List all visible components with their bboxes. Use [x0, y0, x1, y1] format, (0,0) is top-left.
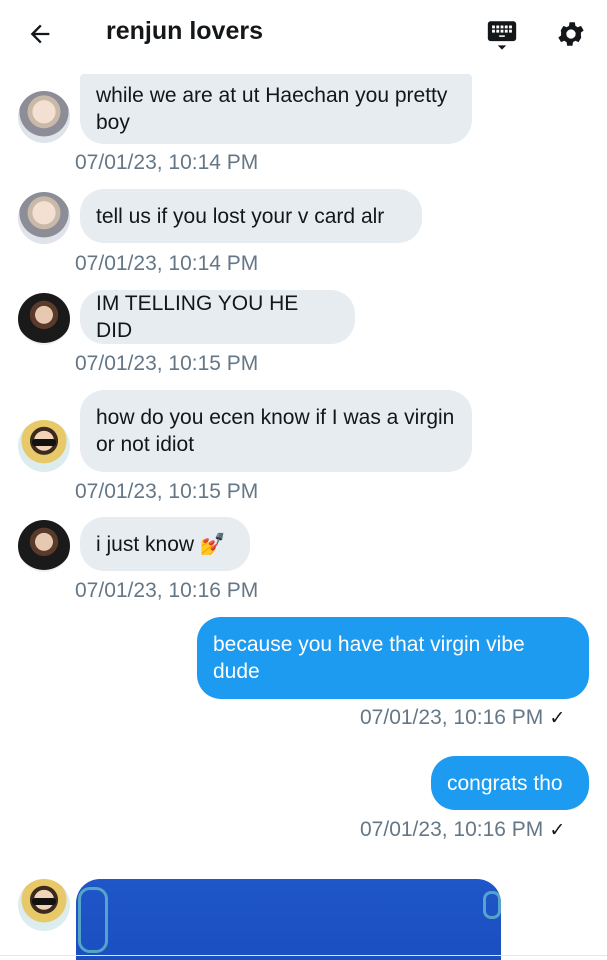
message-bubble: i just know 💅 [80, 517, 250, 571]
message-bubble: how do you ecen know if I was a virgin o… [80, 390, 472, 472]
message-timestamp: 07/01/23, 10:16 PM [75, 579, 259, 602]
message-timestamp: 07/01/23, 10:15 PM [75, 480, 259, 503]
message-timestamp: 07/01/23, 10:14 PM [75, 252, 259, 275]
back-button[interactable] [22, 16, 58, 52]
message-text: IM TELLING YOU HE DID [96, 292, 299, 342]
chat-header: renjun lovers [0, 0, 607, 66]
media-decoration [78, 887, 108, 953]
avatar[interactable] [18, 520, 70, 572]
avatar[interactable] [18, 91, 70, 143]
message-bubble: tell us if you lost your v card alr [80, 189, 422, 243]
settings-button[interactable] [551, 14, 591, 54]
message-bubble: IM TELLING YOU HE DID [80, 290, 355, 344]
message-bubble: congrats tho [431, 756, 589, 810]
sent-check-icon: ✓ [549, 819, 566, 841]
sent-check-icon: ✓ [549, 707, 566, 729]
conversation-title: renjun lovers [106, 17, 263, 45]
avatar[interactable] [18, 879, 70, 931]
message-timestamp: 07/01/23, 10:14 PM [75, 151, 259, 174]
media-decoration [483, 891, 501, 919]
message-text: how do you ecen know if I was a virgin o… [96, 406, 455, 456]
arrow-left-icon [30, 24, 50, 44]
message-timestamp: 07/01/23, 10:15 PM [75, 352, 259, 375]
message-text: tell us if you lost your v card alr [96, 204, 385, 228]
message-text: while we are at ut Haechan you pretty bo… [96, 84, 448, 134]
message-text: i just know 💅 [96, 532, 227, 556]
message-bubble: while we are at ut Haechan you pretty bo… [80, 74, 472, 144]
keyboard-button[interactable] [484, 14, 520, 54]
avatar[interactable] [18, 192, 70, 244]
timestamp-text: 07/01/23, 10:16 PM [360, 706, 544, 729]
message-timestamp: 07/01/23, 10:16 PM ✓ [360, 706, 565, 730]
divider [0, 955, 607, 956]
timestamp-text: 07/01/23, 10:16 PM [360, 818, 544, 841]
sunglasses [32, 898, 56, 905]
avatar[interactable] [18, 293, 70, 345]
message-timestamp: 07/01/23, 10:16 PM ✓ [360, 818, 565, 842]
message-bubble: because you have that virgin vibe dude [197, 617, 589, 699]
message-text: because you have that virgin vibe dude [213, 633, 525, 683]
sunglasses [32, 439, 56, 446]
media-attachment[interactable] [76, 879, 501, 960]
message-text: congrats tho [447, 771, 563, 795]
keyboard-icon [487, 21, 517, 50]
gear-icon [558, 22, 584, 46]
avatar[interactable] [18, 420, 70, 472]
